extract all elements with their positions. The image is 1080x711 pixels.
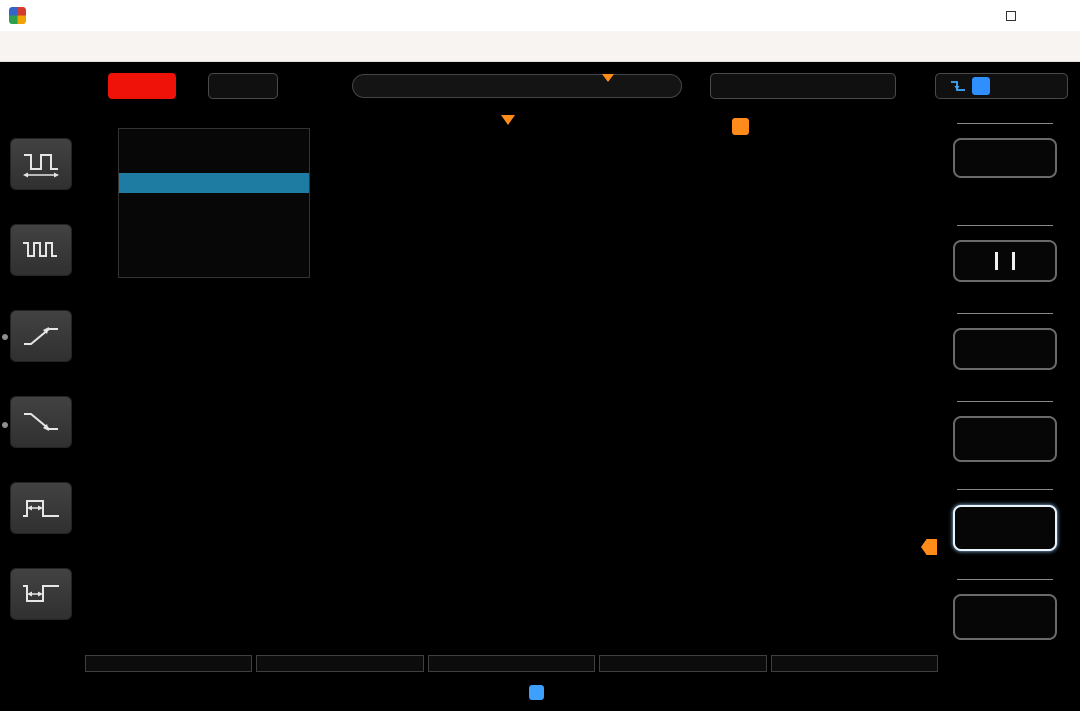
maximize-icon	[1006, 11, 1016, 21]
bandwidth-badge	[529, 685, 544, 700]
readout-row-ay	[127, 153, 301, 173]
app-icon	[9, 7, 26, 24]
cursor-ab-header	[957, 576, 1053, 580]
source-header	[957, 310, 1053, 314]
measurement-max-ch1	[85, 655, 252, 672]
dc-coupling-icon	[502, 689, 515, 697]
page-indicator-dot	[2, 422, 8, 428]
readout-row-ax	[127, 133, 301, 153]
negative-width-icon	[20, 581, 62, 607]
measure-fall-time-button[interactable]	[10, 396, 72, 448]
readout-row-by	[127, 193, 301, 213]
readout-row-bx-ax	[127, 213, 301, 233]
cursor-a-value-button[interactable]	[953, 416, 1057, 462]
channel-1-block[interactable]	[0, 674, 142, 711]
title-bar	[0, 0, 1080, 31]
measure-frequency-button[interactable]	[10, 224, 72, 276]
channel-3-block[interactable]	[308, 674, 448, 711]
memory-position-bar	[352, 74, 682, 98]
period-icon	[20, 150, 62, 178]
mode-header	[957, 120, 1053, 124]
dc-coupling-icon	[194, 689, 207, 697]
cursor-ab-button[interactable]	[953, 594, 1057, 640]
trigger-position-marker	[732, 118, 749, 135]
memory-trigger-marker-icon	[602, 74, 614, 82]
vertical-cursor-bar-icon	[995, 252, 998, 270]
cursor-readout-box	[118, 128, 310, 278]
measure-period-button[interactable]	[10, 138, 72, 190]
measurement-freq-ch4	[428, 655, 595, 672]
measurement-max-ch2	[256, 655, 423, 672]
trigger-delay-box[interactable]	[710, 73, 896, 99]
waveform-display	[85, 115, 923, 653]
channel-status-bar	[0, 674, 1080, 711]
readout-row-inverse-dx	[127, 253, 301, 273]
measure-positive-width-button[interactable]	[10, 482, 72, 534]
measure-rise-time-button[interactable]	[10, 310, 72, 362]
measure-negative-width-button[interactable]	[10, 568, 72, 620]
trigger-level-arrow-icon	[921, 539, 937, 555]
window-controls	[942, 0, 1080, 31]
timebase-box[interactable]	[208, 73, 278, 99]
positive-width-icon	[20, 495, 62, 521]
dc-coupling-icon	[40, 689, 53, 697]
select-header	[957, 222, 1053, 226]
run-state-badge[interactable]	[108, 73, 176, 99]
mode-manual-button[interactable]	[953, 138, 1057, 178]
app-window	[0, 0, 1080, 711]
cursor-b-header	[957, 486, 1053, 490]
measurement-freq-ch1	[771, 655, 938, 672]
readout-row-by-ay	[127, 233, 301, 253]
trigger-position-triangle-icon	[501, 115, 515, 125]
fall-time-icon	[20, 409, 62, 435]
minimize-button[interactable]	[942, 0, 988, 31]
measurement-results-bar	[85, 655, 938, 672]
dc-coupling-icon	[348, 689, 361, 697]
maximize-button[interactable]	[988, 0, 1034, 31]
measure-panel	[0, 62, 84, 711]
memory-waveform-preview	[353, 75, 681, 97]
page-indicator-dot	[2, 334, 8, 340]
cursor-b-value-button[interactable]	[953, 505, 1057, 551]
channel-2-block[interactable]	[154, 674, 294, 711]
cursor-a-header	[957, 398, 1053, 402]
oscilloscope-screen	[0, 62, 1080, 711]
close-button[interactable]	[1034, 0, 1080, 31]
menu-bar	[0, 31, 1080, 62]
cursor-type-button[interactable]	[953, 240, 1057, 282]
frequency-icon	[20, 237, 62, 263]
readout-row-bx-highlighted	[119, 173, 309, 193]
source-ch4-button[interactable]	[953, 328, 1057, 370]
cursor-menu-panel	[946, 62, 1064, 711]
measurement-min	[599, 655, 766, 672]
vertical-cursor-bar-icon	[1012, 252, 1015, 270]
rise-time-icon	[20, 323, 62, 349]
